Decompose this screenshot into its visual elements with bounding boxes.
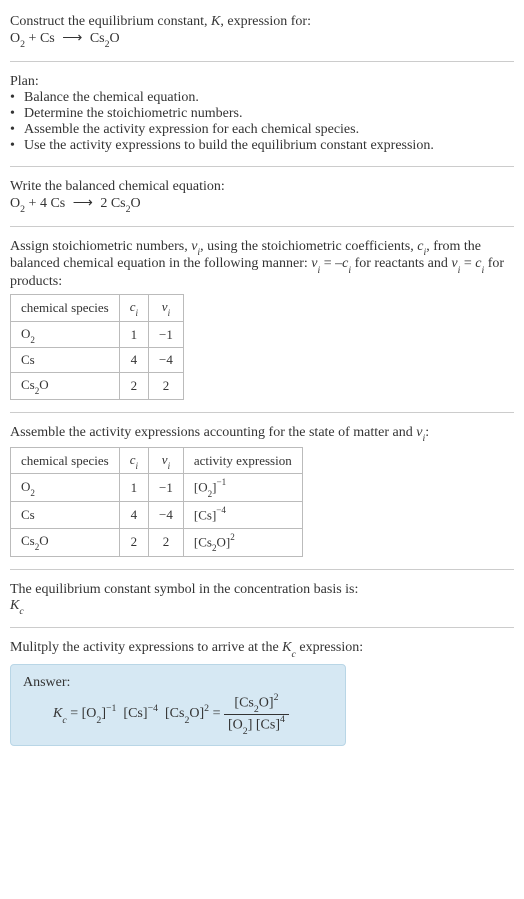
species-Cs: Cs <box>40 31 55 46</box>
reaction-arrow-icon: ⟶ <box>69 195 97 212</box>
multiply-text: Mulitply the activity expressions to arr… <box>10 640 514 658</box>
cell-c: 2 <box>119 373 148 400</box>
fraction-numerator: [Cs2O]2 <box>224 693 289 714</box>
cell-activity: [O2]−1 <box>183 474 302 502</box>
cell-activity: [Cs]−4 <box>183 502 302 528</box>
kc-symbol-text: The equilibrium constant symbol in the c… <box>10 582 514 598</box>
kc-expression: Kc = [O2]−1 [Cs]−4 [Cs2O]2 = [Cs2O]2 [O2… <box>23 693 333 735</box>
final-block: Mulitply the activity expressions to arr… <box>10 634 514 752</box>
bullet-icon: • <box>10 138 24 154</box>
coeff-4: 4 <box>40 196 47 211</box>
bullet-icon: • <box>10 90 24 106</box>
species-O2: O2 <box>10 31 25 46</box>
table-row: O2 1 −1 <box>11 321 184 348</box>
divider <box>10 627 514 628</box>
coeff-2: 2 <box>100 196 107 211</box>
fraction: [Cs2O]2 [O2] [Cs]4 <box>224 693 289 735</box>
plan-item: •Balance the chemical equation. <box>10 90 514 106</box>
plan-item: •Use the activity expressions to build t… <box>10 138 514 154</box>
answer-box: Answer: Kc = [O2]−1 [Cs]−4 [Cs2O]2 = [Cs… <box>10 664 346 746</box>
plan-item: •Determine the stoichiometric numbers. <box>10 106 514 122</box>
plan-item: •Assemble the activity expression for ea… <box>10 122 514 138</box>
cell-nu: −4 <box>149 502 184 528</box>
intro-block: Construct the equilibrium constant, K, e… <box>10 8 514 55</box>
cell-nu: −4 <box>149 348 184 373</box>
col-nui: νi <box>149 447 184 474</box>
cell-nu: −1 <box>149 321 184 348</box>
cell-activity: [Cs2O]2 <box>183 528 302 556</box>
bullet-icon: • <box>10 106 24 122</box>
activity-block: Assemble the activity expressions accoun… <box>10 419 514 563</box>
cell-species: Cs2O <box>11 528 120 556</box>
divider <box>10 166 514 167</box>
col-species: chemical species <box>11 447 120 474</box>
col-activity: activity expression <box>183 447 302 474</box>
cell-species: Cs <box>11 348 120 373</box>
intro-K: K <box>211 14 220 29</box>
table-row: O2 1 −1 [O2]−1 <box>11 474 303 502</box>
divider <box>10 61 514 62</box>
divider <box>10 569 514 570</box>
balanced-block: Write the balanced chemical equation: O2… <box>10 173 514 220</box>
cell-nu: −1 <box>149 474 184 502</box>
table-row: Cs2O 2 2 [Cs2O]2 <box>11 528 303 556</box>
col-nui: νi <box>149 295 184 322</box>
col-species: chemical species <box>11 295 120 322</box>
cell-species: Cs2O <box>11 373 120 400</box>
unbalanced-equation: O2 + Cs ⟶ Cs2O <box>10 30 514 49</box>
table-row: Cs 4 −4 [Cs]−4 <box>11 502 303 528</box>
reaction-arrow-icon: ⟶ <box>58 30 86 47</box>
plan-block: Plan: •Balance the chemical equation. •D… <box>10 68 514 160</box>
divider <box>10 226 514 227</box>
species-Cs2O: Cs2O <box>111 196 141 211</box>
cell-c: 1 <box>119 321 148 348</box>
table-row: Cs2O 2 2 <box>11 373 184 400</box>
activity-text: Assemble the activity expressions accoun… <box>10 425 514 443</box>
kc-symbol-block: The equilibrium constant symbol in the c… <box>10 576 514 622</box>
cell-c: 1 <box>119 474 148 502</box>
balanced-equation: O2 + 4 Cs ⟶ 2 Cs2O <box>10 195 514 214</box>
cell-c: 4 <box>119 502 148 528</box>
plan-heading: Plan: <box>10 74 514 90</box>
cell-nu: 2 <box>149 528 184 556</box>
table-row: chemical species ci νi activity expressi… <box>11 447 303 474</box>
activity-table: chemical species ci νi activity expressi… <box>10 447 303 557</box>
cell-species: Cs <box>11 502 120 528</box>
stoich-table: chemical species ci νi O2 1 −1 Cs 4 −4 C… <box>10 294 184 400</box>
cell-c: 2 <box>119 528 148 556</box>
cell-nu: 2 <box>149 373 184 400</box>
intro-text-a: Construct the equilibrium constant, <box>10 14 211 29</box>
stoich-block: Assign stoichiometric numbers, νi, using… <box>10 233 514 406</box>
species-O2: O2 <box>10 196 25 211</box>
species-Cs: Cs <box>50 196 65 211</box>
cell-species: O2 <box>11 321 120 348</box>
divider <box>10 412 514 413</box>
cell-species: O2 <box>11 474 120 502</box>
fraction-denominator: [O2] [Cs]4 <box>224 715 289 735</box>
col-ci: ci <box>119 447 148 474</box>
answer-label: Answer: <box>23 675 333 691</box>
stoich-text: Assign stoichiometric numbers, νi, using… <box>10 239 514 291</box>
plus: + <box>25 31 40 46</box>
species-Cs2O: Cs2O <box>90 31 120 46</box>
col-ci: ci <box>119 295 148 322</box>
intro-text-b: , expression for: <box>220 14 311 29</box>
table-row: Cs 4 −4 <box>11 348 184 373</box>
bullet-icon: • <box>10 122 24 138</box>
balanced-heading: Write the balanced chemical equation: <box>10 179 514 195</box>
cell-c: 4 <box>119 348 148 373</box>
kc-symbol: Kc <box>10 598 514 616</box>
table-row: chemical species ci νi <box>11 295 184 322</box>
intro-line1: Construct the equilibrium constant, K, e… <box>10 14 514 30</box>
